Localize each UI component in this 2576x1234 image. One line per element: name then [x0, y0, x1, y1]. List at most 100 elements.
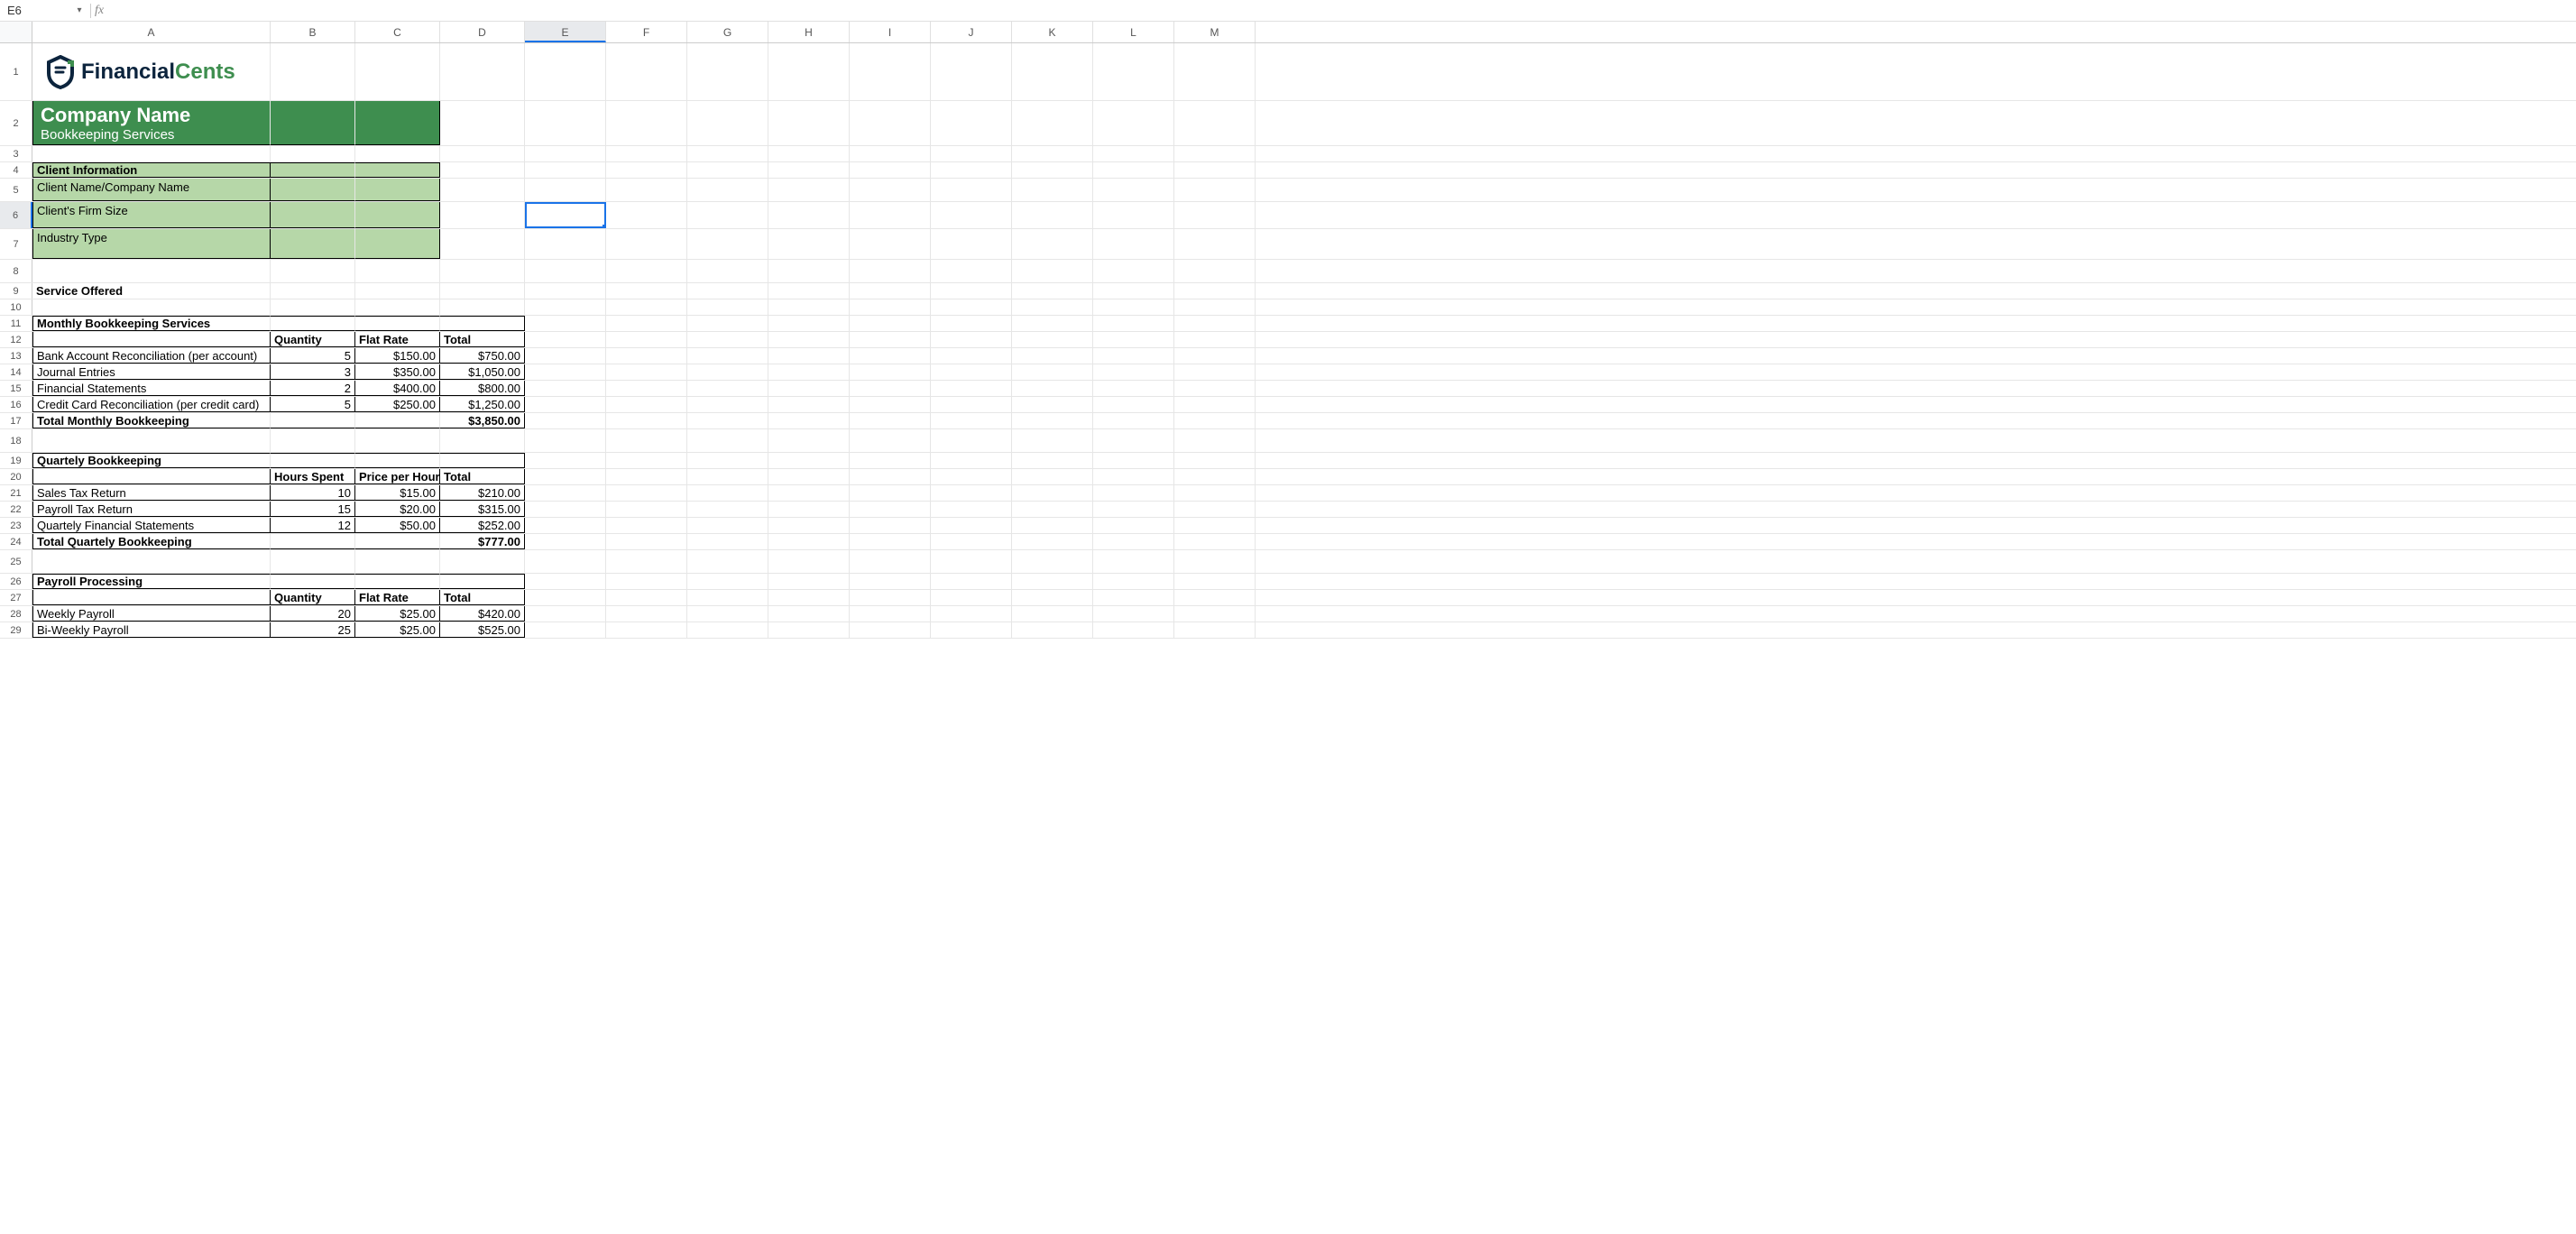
cell[interactable]	[768, 146, 850, 161]
cell[interactable]	[271, 101, 355, 145]
table-row[interactable]: Sales Tax Return	[32, 485, 271, 501]
table-row[interactable]: 25	[271, 622, 355, 638]
cell[interactable]	[768, 485, 850, 501]
cell[interactable]	[525, 622, 606, 638]
cell[interactable]	[1012, 348, 1093, 364]
active-cell[interactable]	[525, 202, 606, 228]
cell[interactable]	[1174, 146, 1256, 161]
table-row[interactable]: $1,250.00	[440, 397, 525, 412]
cell[interactable]	[850, 429, 931, 452]
table-row[interactable]: 2	[271, 381, 355, 396]
cell[interactable]	[1174, 574, 1256, 589]
quarterly-rate-header[interactable]: Price per Hour	[355, 469, 440, 484]
cell[interactable]	[355, 453, 440, 468]
row-header[interactable]: 29	[0, 622, 32, 638]
company-title-cell[interactable]: Company Name Bookkeeping Services	[32, 101, 271, 145]
cell[interactable]	[32, 469, 271, 484]
cell[interactable]	[32, 260, 271, 282]
cell[interactable]	[850, 179, 931, 201]
row-header[interactable]: 22	[0, 502, 32, 517]
cell[interactable]	[355, 283, 440, 299]
cell[interactable]	[1174, 364, 1256, 380]
logo-cell[interactable]: FinancialCents	[32, 43, 271, 100]
cell[interactable]	[931, 518, 1012, 533]
cell[interactable]	[931, 550, 1012, 573]
monthly-title[interactable]: Monthly Bookkeeping Services	[32, 316, 271, 331]
table-row[interactable]: Financial Statements	[32, 381, 271, 396]
cell[interactable]	[606, 502, 687, 517]
cell[interactable]	[606, 574, 687, 589]
col-header[interactable]: J	[931, 22, 1012, 42]
cell[interactable]	[1012, 202, 1093, 228]
row-header[interactable]: 15	[0, 381, 32, 396]
cell[interactable]	[931, 397, 1012, 412]
cell[interactable]	[606, 299, 687, 315]
quarterly-total-label[interactable]: Total Quartely Bookkeeping	[32, 534, 271, 549]
cell[interactable]	[687, 229, 768, 259]
cell[interactable]	[931, 260, 1012, 282]
row-header[interactable]: 10	[0, 299, 32, 315]
cell[interactable]	[931, 101, 1012, 145]
row-header[interactable]: 11	[0, 316, 32, 331]
cell[interactable]	[687, 146, 768, 161]
cell[interactable]	[440, 550, 525, 573]
cell[interactable]	[768, 162, 850, 178]
table-row[interactable]: $420.00	[440, 606, 525, 622]
cell[interactable]	[1012, 229, 1093, 259]
cell[interactable]	[606, 146, 687, 161]
cell[interactable]	[850, 43, 931, 100]
cell[interactable]	[1093, 260, 1174, 282]
cell[interactable]	[606, 229, 687, 259]
col-header[interactable]: B	[271, 22, 355, 42]
cell[interactable]	[687, 202, 768, 228]
cell[interactable]	[850, 162, 931, 178]
cell[interactable]	[931, 429, 1012, 452]
name-box-dropdown-icon[interactable]: ▾	[72, 5, 87, 15]
cell[interactable]	[1093, 502, 1174, 517]
cell[interactable]	[850, 364, 931, 380]
cell[interactable]	[440, 574, 525, 589]
cell[interactable]	[1093, 574, 1174, 589]
table-row[interactable]: $315.00	[440, 502, 525, 517]
cell[interactable]	[525, 332, 606, 347]
cell[interactable]	[1174, 429, 1256, 452]
cell[interactable]	[768, 43, 850, 100]
cell[interactable]	[1174, 381, 1256, 396]
cell[interactable]	[687, 283, 768, 299]
cell[interactable]	[1093, 316, 1174, 331]
cell[interactable]	[440, 283, 525, 299]
cell[interactable]	[768, 397, 850, 412]
cell[interactable]	[606, 332, 687, 347]
cell[interactable]	[271, 316, 355, 331]
cell[interactable]	[1093, 469, 1174, 484]
cell[interactable]	[1093, 162, 1174, 178]
cell[interactable]	[355, 101, 440, 145]
cell[interactable]	[850, 574, 931, 589]
cell[interactable]	[687, 502, 768, 517]
cell[interactable]	[1012, 413, 1093, 428]
cell[interactable]	[271, 179, 355, 201]
cell[interactable]	[1093, 299, 1174, 315]
col-header[interactable]: G	[687, 22, 768, 42]
monthly-total-header[interactable]: Total	[440, 332, 525, 347]
cell[interactable]	[32, 429, 271, 452]
cell[interactable]	[1012, 469, 1093, 484]
table-row[interactable]: $150.00	[355, 348, 440, 364]
cell[interactable]	[1093, 453, 1174, 468]
cell[interactable]	[355, 162, 440, 178]
table-row[interactable]: 5	[271, 348, 355, 364]
cell[interactable]	[440, 260, 525, 282]
cell[interactable]	[271, 43, 355, 100]
cell[interactable]	[931, 202, 1012, 228]
cell[interactable]	[850, 397, 931, 412]
cell[interactable]	[768, 550, 850, 573]
row-header[interactable]: 4	[0, 162, 32, 178]
cell[interactable]	[931, 622, 1012, 638]
col-header[interactable]: C	[355, 22, 440, 42]
cell[interactable]	[850, 550, 931, 573]
cell[interactable]	[687, 622, 768, 638]
payroll-rate-header[interactable]: Flat Rate	[355, 590, 440, 605]
table-row[interactable]: 10	[271, 485, 355, 501]
cell[interactable]	[1174, 502, 1256, 517]
table-row[interactable]: $525.00	[440, 622, 525, 638]
